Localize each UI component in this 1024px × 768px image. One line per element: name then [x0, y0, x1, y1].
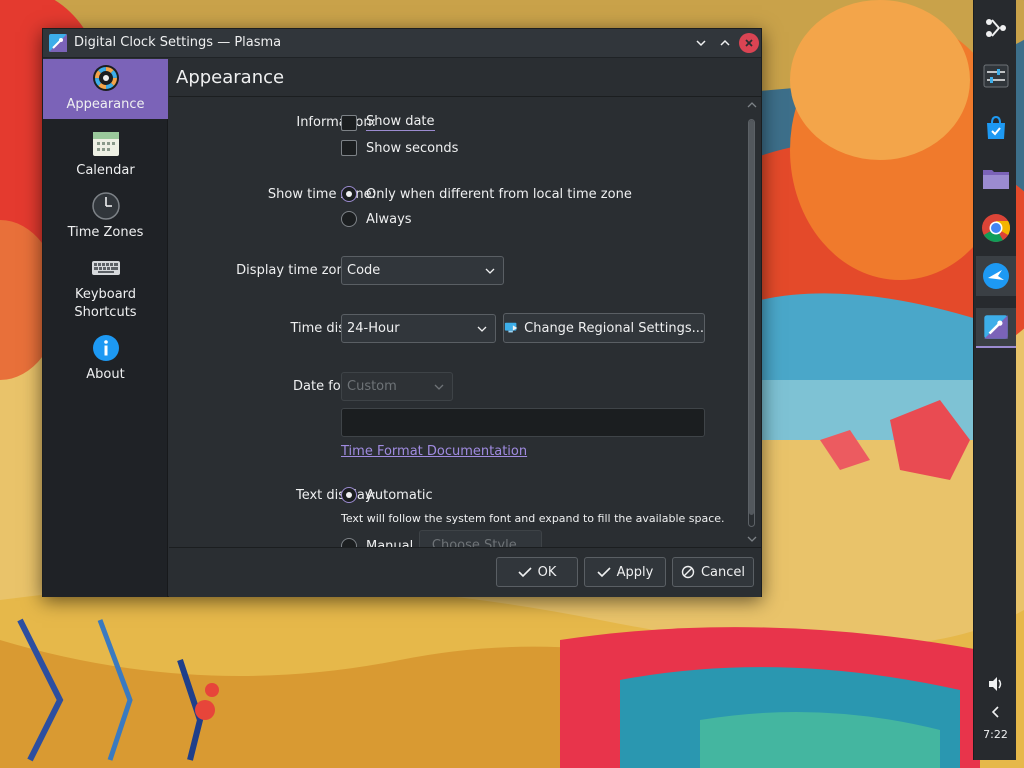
store-bag-icon: [987, 115, 1005, 139]
cancel-label: Cancel: [700, 564, 746, 580]
display-time-zone-value: Code: [347, 263, 381, 278]
checkmark-icon: [518, 567, 532, 578]
title-bar[interactable]: Digital Clock Settings — Plasma: [43, 29, 761, 58]
text-display-automatic-radio[interactable]: Automatic: [341, 487, 433, 503]
chevron-down-icon: [434, 384, 444, 390]
checkbox-box: [341, 140, 357, 156]
date-format-value: Custom: [347, 379, 397, 394]
date-format-combo[interactable]: Custom: [341, 372, 453, 401]
automatic-hint-text: Text will follow the system font and exp…: [341, 512, 725, 525]
vertical-scrollbar[interactable]: [743, 97, 761, 547]
keyboard-icon: [91, 261, 120, 275]
calendar-icon: [92, 132, 119, 156]
dialog-button-bar: OK Apply Cancel: [169, 547, 761, 597]
ok-label: OK: [537, 564, 557, 580]
folder-icon: [983, 170, 1009, 189]
color-wheel-icon: [92, 65, 119, 91]
display-time-zone-combo[interactable]: Code: [341, 256, 504, 285]
page-title: Appearance: [176, 67, 285, 88]
radio-button: [341, 211, 357, 227]
task-discover[interactable]: [976, 108, 1016, 148]
application-launcher[interactable]: [976, 8, 1016, 48]
scrollbar-track[interactable]: [748, 119, 755, 527]
apply-label: Apply: [616, 564, 654, 580]
task-digital-clock-settings[interactable]: [976, 308, 1016, 348]
time-zone-different-label: Only when different from local time zone: [366, 186, 632, 202]
sidebar-item-appearance[interactable]: Appearance: [43, 59, 168, 119]
change-regional-settings-button[interactable]: Change Regional Settings...: [503, 313, 705, 343]
text-display-manual-radio[interactable]: Manual: [341, 538, 413, 547]
radio-button: [341, 538, 357, 547]
task-system-settings[interactable]: [976, 56, 1016, 96]
sidebar-item-calendar[interactable]: Calendar: [43, 125, 168, 181]
choose-style-label: Choose Style...: [431, 537, 530, 548]
scroll-down-icon[interactable]: [747, 534, 757, 544]
digital-clock[interactable]: 7:22: [974, 728, 1017, 741]
minimize-button[interactable]: [691, 33, 711, 53]
sidebar-item-label: Calendar: [76, 163, 135, 178]
settings-sliders-icon: [983, 64, 1009, 88]
window-title: Digital Clock Settings — Plasma: [74, 35, 282, 50]
checkbox-box: [341, 114, 357, 131]
time-display-value: 24-Hour: [347, 321, 400, 336]
task-chrome-browser[interactable]: [976, 208, 1016, 248]
close-icon: [745, 39, 753, 47]
launcher-icon: [986, 19, 1006, 37]
plasma-panel: 7:22: [973, 0, 1016, 760]
clock-app-icon: [984, 315, 1008, 339]
time-display-combo[interactable]: 24-Hour: [341, 314, 496, 343]
tray-expander[interactable]: [976, 692, 1016, 732]
task-plasma-app[interactable]: [976, 256, 1016, 296]
sidebar-item-about[interactable]: About: [43, 329, 168, 385]
scrollbar-thumb[interactable]: [749, 120, 754, 515]
sidebar-item-label: About: [86, 367, 125, 382]
checkmark-icon: [597, 567, 611, 578]
chevron-left-icon: [991, 706, 999, 718]
show-date-checkbox[interactable]: Show date: [341, 114, 435, 131]
ok-button[interactable]: OK: [496, 557, 578, 587]
apply-button[interactable]: Apply: [584, 557, 666, 587]
radio-button: [341, 186, 357, 202]
change-regional-settings-label: Change Regional Settings...: [524, 320, 704, 336]
chevron-down-icon: [477, 326, 487, 332]
chevron-down-icon: [485, 268, 495, 274]
settings-window: Digital Clock Settings — Plasma Appearan…: [42, 28, 762, 597]
chrome-browser-icon: [982, 214, 1010, 242]
cancel-icon: [681, 565, 695, 579]
show-seconds-label: Show seconds: [366, 140, 459, 156]
choose-style-button[interactable]: Choose Style...: [419, 530, 542, 547]
chevron-up-icon: [720, 39, 730, 46]
show-date-label: Show date: [366, 114, 435, 131]
radio-button: [341, 487, 357, 503]
clock-app-icon: [49, 34, 67, 52]
category-sidebar: Appearance Calendar Time Zones Keyboard …: [43, 59, 168, 597]
speaker-icon: [989, 677, 1002, 691]
time-zone-always-label: Always: [366, 211, 412, 227]
time-zone-different-radio[interactable]: Only when different from local time zone: [341, 186, 632, 202]
sidebar-item-label: Time Zones: [67, 225, 144, 240]
chevron-down-icon: [696, 40, 706, 47]
close-button[interactable]: [739, 33, 759, 53]
settings-scroll-area[interactable]: Information: Show time zone: Display tim…: [169, 97, 761, 547]
bird-app-icon: [983, 263, 1009, 289]
info-icon: [92, 335, 119, 361]
sidebar-item-keyboard-shortcuts[interactable]: Keyboard Shortcuts: [43, 249, 168, 323]
custom-date-format-input[interactable]: [341, 408, 705, 437]
sidebar-item-time-zones[interactable]: Time Zones: [43, 187, 168, 243]
cancel-button[interactable]: Cancel: [672, 557, 754, 587]
time-zone-always-radio[interactable]: Always: [341, 211, 412, 227]
show-seconds-checkbox[interactable]: Show seconds: [341, 140, 458, 156]
text-display-automatic-label: Automatic: [366, 487, 433, 503]
regional-settings-icon: [504, 322, 518, 333]
maximize-button[interactable]: [715, 33, 735, 53]
sidebar-item-label: Appearance: [66, 97, 145, 112]
time-format-documentation-link[interactable]: Time Format Documentation: [341, 444, 527, 459]
scroll-up-icon[interactable]: [747, 100, 757, 110]
sidebar-item-label: Keyboard Shortcuts: [74, 287, 137, 320]
text-display-manual-label: Manual: [366, 538, 414, 548]
task-file-manager[interactable]: [976, 158, 1016, 198]
clock-icon: [91, 192, 120, 220]
